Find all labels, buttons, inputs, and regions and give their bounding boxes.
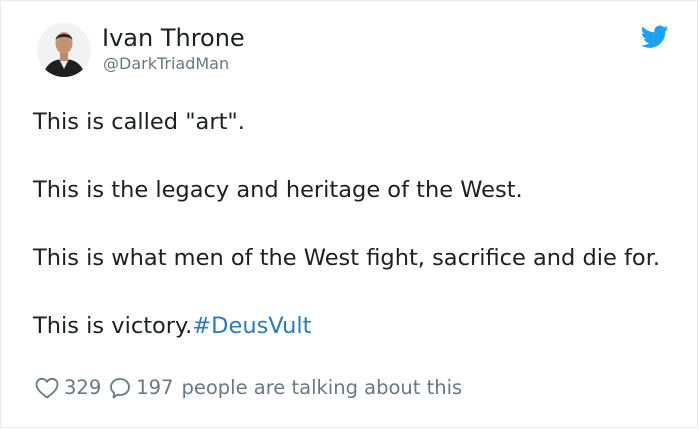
avatar-image [37, 23, 91, 77]
talking-label[interactable]: people are talking about this [181, 375, 462, 401]
author-avatar[interactable] [37, 23, 91, 77]
speech-bubble-icon [110, 378, 131, 399]
tweet-line: This is victory. [33, 313, 193, 339]
like-count: 329 [64, 376, 102, 399]
hashtag-link[interactable]: #DeusVult [192, 313, 311, 339]
tweet-footer: 329 197 people are talking about this [35, 375, 462, 401]
tweet-card: Ivan Throne @DarkTriadMan This is called… [0, 0, 698, 428]
author-handle[interactable]: @DarkTriadMan [103, 54, 229, 74]
tweet-text: This is called "art". This is the legacy… [33, 105, 673, 343]
comment-count: 197 [136, 376, 174, 399]
reply-button[interactable] [109, 377, 131, 399]
heart-icon [35, 377, 59, 399]
like-button[interactable] [35, 377, 59, 399]
twitter-bird-icon[interactable] [641, 25, 669, 49]
tweet-line-last: This is victory.#DeusVult [33, 309, 673, 343]
tweet-line: This is the legacy and heritage of the W… [33, 177, 523, 203]
tweet-line: This is called "art". [33, 109, 245, 135]
tweet-line: This is what men of the West fight, sacr… [33, 245, 661, 271]
author-name[interactable]: Ivan Throne [102, 23, 245, 53]
